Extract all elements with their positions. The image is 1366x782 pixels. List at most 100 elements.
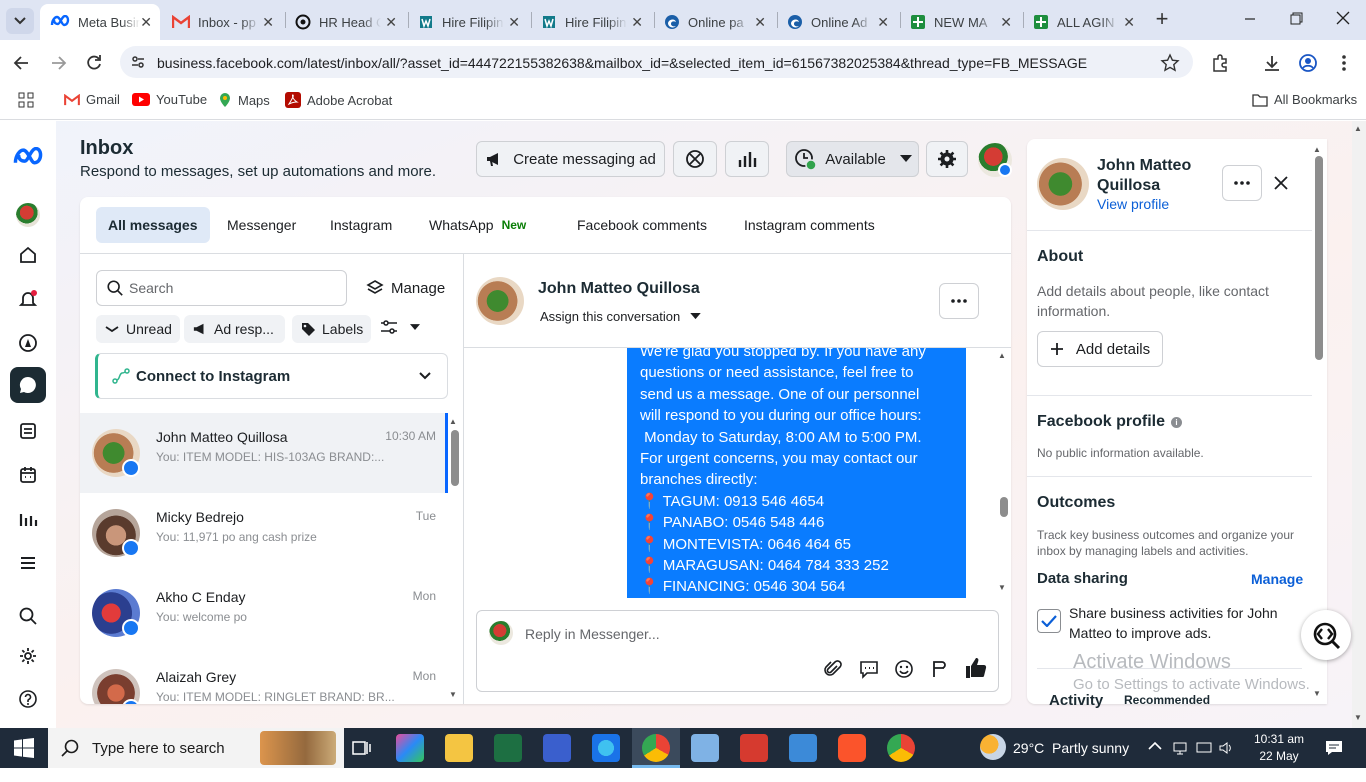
bookmark-adobe-acrobat[interactable]: Adobe Acrobat (285, 92, 392, 108)
close-icon[interactable]: ✕ (1000, 14, 1012, 31)
reply-placeholder[interactable]: Reply in Messenger... (525, 626, 660, 642)
bookmark-star-icon[interactable] (1160, 53, 1180, 73)
filter-chip-labels[interactable]: Labels (292, 315, 372, 343)
display-icon[interactable] (1196, 740, 1212, 756)
url-text[interactable]: business.facebook.com/latest/inbox/all/?… (157, 55, 1087, 71)
tab-search-button[interactable] (6, 8, 34, 34)
chrome-menu-icon[interactable] (1334, 53, 1354, 73)
close-icon[interactable]: ✕ (631, 14, 643, 31)
emoji-icon[interactable] (894, 659, 914, 679)
scroll-down-arrow[interactable]: ▼ (1354, 713, 1362, 722)
app-icon[interactable] (543, 734, 571, 762)
close-icon[interactable]: ✕ (1123, 14, 1135, 31)
tab-all-agin[interactable]: ALL AGIN ✕ (1023, 4, 1143, 40)
tab-instagram[interactable]: Instagram (318, 207, 404, 243)
profile-icon[interactable] (1298, 53, 1318, 73)
extensions-icon[interactable] (1210, 53, 1230, 73)
page-scrollbar[interactable] (1352, 121, 1366, 728)
nav-content[interactable] (10, 413, 46, 449)
nav-notifications[interactable] (10, 281, 46, 317)
tab-whatsapp[interactable]: WhatsApp New (417, 207, 538, 243)
copilot-icon[interactable] (396, 734, 424, 762)
task-view-icon[interactable] (347, 734, 375, 762)
tab-meta-business-suite[interactable]: Meta Business Suite ✕ (40, 4, 160, 40)
saved-replies-icon[interactable] (859, 659, 879, 679)
tab-instagram-comments[interactable]: Instagram comments (732, 207, 887, 243)
chrome-icon[interactable] (642, 734, 670, 762)
close-icon[interactable]: ✕ (140, 14, 152, 31)
conversation-item[interactable]: Akho C Enday You: welcome po Mon (80, 573, 448, 653)
bookmark-maps[interactable]: Maps (218, 92, 270, 108)
flag-icon[interactable] (929, 659, 949, 679)
scroll-up-arrow[interactable]: ▲ (1354, 124, 1362, 133)
apps-grid-icon[interactable] (18, 92, 34, 108)
settings-button[interactable] (926, 141, 968, 177)
close-icon[interactable]: ✕ (877, 14, 889, 31)
nav-planner[interactable] (10, 457, 46, 493)
insights-button[interactable] (725, 141, 769, 177)
thread-avatar[interactable] (476, 277, 524, 325)
tab-hr-head-office[interactable]: HR Head Office ✕ (285, 4, 405, 40)
all-bookmarks[interactable]: All Bookmarks (1252, 92, 1357, 107)
minimize-button[interactable] (1240, 8, 1260, 28)
filter-chip-unread[interactable]: Unread (96, 315, 180, 343)
close-window-button[interactable] (1333, 8, 1353, 28)
nav-ads[interactable] (10, 325, 46, 361)
tab-online-pa[interactable]: Online pa ✕ (654, 4, 774, 40)
nav-insights[interactable] (10, 501, 46, 537)
add-details-button[interactable]: Add details (1037, 331, 1163, 367)
tab-new-ma[interactable]: NEW MA ✕ (900, 4, 1020, 40)
panel-scrollbar-thumb[interactable] (1315, 156, 1323, 360)
floating-code-button[interactable] (1301, 610, 1351, 660)
thread-scroll-up[interactable]: ▲ (998, 351, 1006, 360)
info-icon[interactable]: i (1171, 416, 1183, 428)
nav-account-avatar[interactable] (10, 197, 46, 233)
meta-logo[interactable] (10, 140, 46, 176)
excel-icon[interactable] (494, 734, 522, 762)
reload-button[interactable] (84, 53, 104, 73)
back-button[interactable] (12, 53, 32, 73)
edge-icon[interactable] (592, 734, 620, 762)
panel-scroll-down[interactable]: ▼ (1313, 689, 1321, 698)
thread-more-button[interactable] (939, 283, 979, 319)
view-profile-link[interactable]: View profile (1097, 196, 1169, 212)
site-info-icon[interactable] (130, 54, 146, 70)
manage-button[interactable]: Manage (366, 279, 445, 297)
download-icon[interactable] (1262, 53, 1282, 73)
nav-all-tools[interactable] (10, 545, 46, 581)
conversation-item[interactable]: Alaizah Grey You: ITEM MODEL: RINGLET BR… (80, 653, 448, 704)
conversation-item[interactable]: Micky Bedrejo You: 11,971 po ang cash pr… (80, 493, 448, 573)
nav-search[interactable] (10, 598, 46, 634)
volume-icon[interactable] (1218, 740, 1234, 756)
forward-button[interactable] (48, 53, 68, 73)
search-input[interactable]: Search (96, 270, 347, 306)
nav-settings[interactable] (10, 638, 46, 674)
create-messaging-ad-button[interactable]: Create messaging ad (476, 141, 665, 177)
thread-scroll-down[interactable]: ▼ (998, 583, 1006, 592)
tab-online-ad[interactable]: Online Ad ✕ (777, 4, 897, 40)
file-explorer-icon[interactable] (445, 734, 473, 762)
close-icon[interactable]: ✕ (508, 14, 520, 31)
close-icon[interactable]: ✕ (262, 14, 274, 31)
restore-button[interactable] (1286, 8, 1306, 28)
nav-home[interactable] (10, 237, 46, 273)
data-sharing-manage-link[interactable]: Manage (1251, 571, 1303, 587)
tab-hire-filipino-2[interactable]: Hire Filipino ✕ (531, 4, 651, 40)
notifications-icon[interactable] (1324, 738, 1344, 758)
bookmark-gmail[interactable]: Gmail (64, 92, 120, 107)
network-icon[interactable] (1172, 740, 1188, 756)
thumbs-up-icon[interactable] (964, 656, 988, 680)
bookmark-youtube[interactable]: YouTube (132, 92, 207, 107)
start-button[interactable] (14, 738, 34, 758)
show-hidden-icons[interactable] (1148, 741, 1162, 751)
automations-button[interactable] (673, 141, 717, 177)
pdf-to-jpg-icon[interactable] (740, 734, 768, 762)
profile-more-button[interactable] (1222, 165, 1262, 201)
assign-conversation-dropdown[interactable]: Assign this conversation (540, 309, 701, 324)
chrome-icon[interactable] (887, 734, 915, 762)
list-scroll-down[interactable]: ▼ (449, 690, 457, 699)
weather-text[interactable]: 29°C Partly sunny (1013, 740, 1129, 756)
business-avatar[interactable] (978, 143, 1012, 177)
nav-help[interactable] (10, 681, 46, 717)
list-scrollbar-thumb[interactable] (451, 430, 459, 486)
